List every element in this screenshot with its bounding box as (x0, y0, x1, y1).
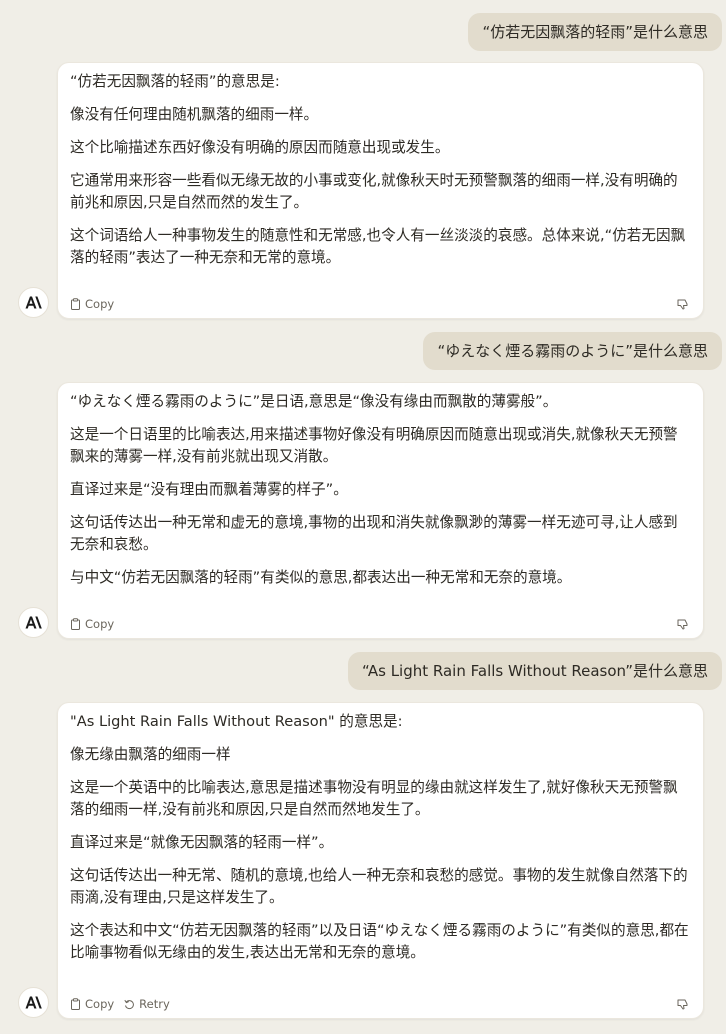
assistant-paragraph: “仿若无因飘落的轻雨”的意思是: (70, 73, 280, 90)
thumbs-down-button[interactable] (677, 618, 689, 630)
user-message: “ゆえなく煙る霧雨のように”是什么意思 (423, 332, 722, 370)
assistant-paragraph: 这个表达和中文“仿若无因飘落的轻雨”以及日语“ゆえなく煙る霧雨のように”有类似的… (70, 922, 689, 961)
thumbs-down-icon (677, 999, 688, 1010)
thumbs-down-button[interactable] (677, 298, 689, 310)
assistant-paragraph: 这是一个英语中的比喻表达,意思是描述事物没有明显的缘由就这样发生了,就好像秋天无… (70, 779, 678, 818)
thumbs-down-icon (677, 299, 688, 310)
copy-label: Copy (85, 997, 115, 1011)
copy-label: Copy (85, 297, 115, 311)
assistant-paragraph: 像无缘由飘落的细雨一样 (70, 746, 231, 763)
assistant-paragraph: "As Light Rain Falls Without Reason" 的意思… (70, 713, 403, 730)
copy-button[interactable]: Copy (70, 297, 114, 311)
assistant-message: “仿若无因飘落的轻雨”的意思是: 像没有任何理由随机飘落的细雨一样。 这个比喻描… (57, 62, 704, 319)
clipboard-icon (71, 618, 80, 630)
anthropic-logo-icon (25, 296, 42, 309)
assistant-paragraph: 像没有任何理由随机飘落的细雨一样。 (70, 106, 319, 123)
assistant-paragraph: 这个词语给人一种事物发生的随意性和无常感,也令人有一丝淡淡的哀感。总体来说,“仿… (70, 227, 686, 266)
assistant-message: “ゆえなく煙る霧雨のように”是日语,意思是“像没有缘由而飘散的薄雾般”。 这是一… (57, 382, 704, 639)
clipboard-icon (71, 998, 80, 1010)
retry-icon (124, 999, 135, 1009)
assistant-message: "As Light Rain Falls Without Reason" 的意思… (57, 702, 704, 1019)
retry-label: Retry (139, 997, 170, 1011)
thumbs-down-icon (677, 619, 688, 630)
anthropic-logo-icon (25, 996, 42, 1009)
assistant-paragraph: 这句话传达出一种无常和虚无的意境,事物的出现和消失就像飘渺的薄雾一样无迹可寻,让… (70, 514, 678, 553)
copy-button[interactable]: Copy (70, 617, 114, 631)
assistant-avatar (18, 287, 49, 318)
assistant-paragraph: 直译过来是“没有理由而飘着薄雾的样子”。 (70, 481, 348, 498)
message-actions: Copy Retry (70, 996, 689, 1012)
copy-label: Copy (85, 617, 115, 631)
retry-button[interactable]: Retry (124, 997, 170, 1011)
assistant-avatar (18, 987, 49, 1018)
assistant-paragraph: 这个比喻描述东西好像没有明确的原因而随意出现或发生。 (70, 139, 450, 156)
copy-button[interactable]: Copy (70, 997, 114, 1011)
assistant-paragraph: “ゆえなく煙る霧雨のように”是日语,意思是“像没有缘由而飘散的薄雾般”。 (70, 393, 558, 410)
assistant-paragraph: 与中文“仿若无因飘落的轻雨”有类似的意思,都表达出一种无常和无奈的意境。 (70, 569, 572, 586)
message-actions: Copy (70, 616, 689, 632)
assistant-paragraph: 直译过来是“就像无因飘落的轻雨一样”。 (70, 834, 334, 851)
anthropic-logo-icon (25, 616, 42, 629)
thumbs-down-button[interactable] (677, 998, 689, 1010)
assistant-avatar (18, 607, 49, 638)
clipboard-icon (71, 298, 80, 310)
user-message: “As Light Rain Falls Without Reason”是什么意… (348, 652, 722, 690)
assistant-paragraph: 它通常用来形容一些看似无缘无故的小事或变化,就像秋天时无预警飘落的细雨一样,没有… (70, 172, 678, 211)
message-actions: Copy (70, 296, 689, 312)
assistant-paragraph: 这是一个日语里的比喻表达,用来描述事物好像没有明确原因而随意出现或消失,就像秋天… (70, 426, 678, 465)
assistant-paragraph: 这句话传达出一种无常、随机的意境,也给人一种无奈和哀愁的感觉。事物的发生就像自然… (70, 867, 688, 906)
user-message: “仿若无因飘落的轻雨”是什么意思 (468, 13, 722, 51)
